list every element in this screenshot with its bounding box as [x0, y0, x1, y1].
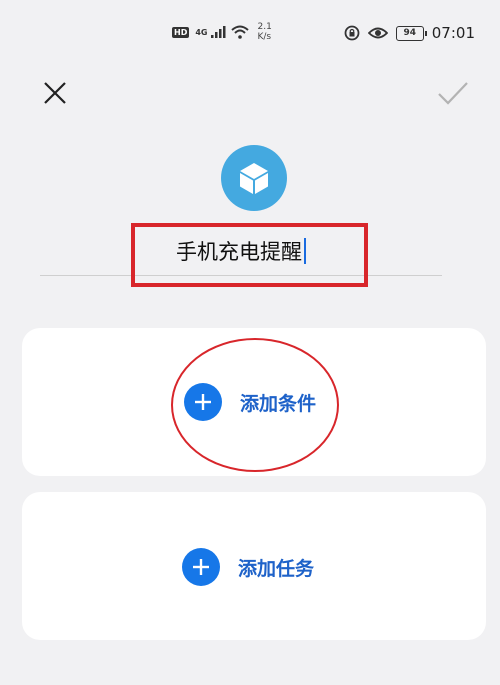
plus-icon	[184, 383, 222, 421]
cube-icon	[240, 163, 268, 194]
signal-icon	[211, 26, 226, 38]
eye-icon	[367, 27, 388, 39]
close-icon	[44, 82, 66, 104]
check-icon	[438, 82, 468, 105]
add-condition-label: 添加条件	[240, 392, 317, 415]
speed-value: 2.1	[257, 22, 272, 32]
status-right: 94 07:01	[344, 24, 475, 42]
battery-icon: 94	[395, 25, 427, 41]
confirm-button[interactable]	[436, 78, 470, 108]
clock: 07:01	[431, 24, 475, 42]
add-task-button[interactable]: 添加任务	[182, 548, 314, 586]
status-bar: HD 4G 2.1 K/s 94 07:01	[0, 0, 500, 70]
hd-badge: HD	[172, 26, 190, 38]
add-condition-card[interactable]: 添加条件	[22, 328, 486, 476]
status-left: HD 4G 2.1 K/s	[172, 22, 272, 42]
app-icon[interactable]	[221, 145, 287, 211]
add-task-card[interactable]: 添加任务	[22, 492, 486, 640]
network-speed: 2.1 K/s	[257, 22, 271, 42]
close-button[interactable]	[40, 78, 70, 108]
add-condition-button[interactable]: 添加条件	[184, 383, 316, 421]
speed-unit: K/s	[257, 32, 272, 42]
rotation-lock-icon	[344, 25, 360, 41]
highlight-rectangle	[131, 223, 368, 287]
plus-icon	[182, 548, 220, 586]
add-task-label: 添加任务	[238, 557, 315, 580]
network-type: 4G	[195, 27, 208, 37]
wifi-icon	[231, 25, 250, 39]
